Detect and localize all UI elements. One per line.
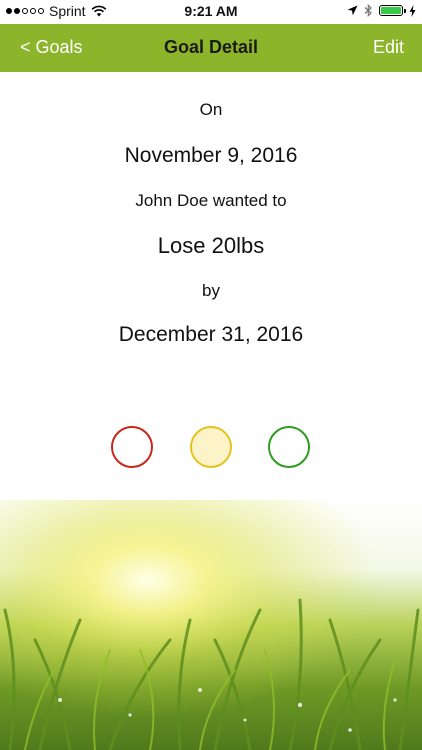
on-label: On: [199, 100, 223, 119]
navigation-bar: < Goals Goal Detail Edit: [0, 24, 422, 72]
charging-bolt-icon: [409, 4, 416, 17]
grass-photo: [0, 500, 422, 750]
red-status-indicator[interactable]: [111, 426, 153, 468]
target-date: December 31, 2016: [118, 323, 304, 346]
page-title: Goal Detail: [163, 37, 259, 57]
battery-icon: [379, 5, 406, 16]
goal-text: Lose 20lbs: [157, 233, 265, 258]
status-right-group: [347, 4, 416, 17]
bluetooth-icon: [364, 4, 372, 17]
battery-level-fill: [381, 7, 401, 14]
yellow-status-indicator[interactable]: [190, 426, 232, 468]
grass-background-image: [0, 500, 422, 750]
created-date: November 9, 2016: [124, 144, 298, 167]
edit-button[interactable]: Edit: [373, 37, 404, 58]
by-label: by: [202, 281, 220, 300]
status-bar: Sprint 9:21 AM: [0, 0, 422, 24]
location-arrow-icon: [347, 5, 358, 16]
green-status-indicator[interactable]: [268, 426, 310, 468]
user-statement: John Doe wanted to: [135, 191, 287, 210]
